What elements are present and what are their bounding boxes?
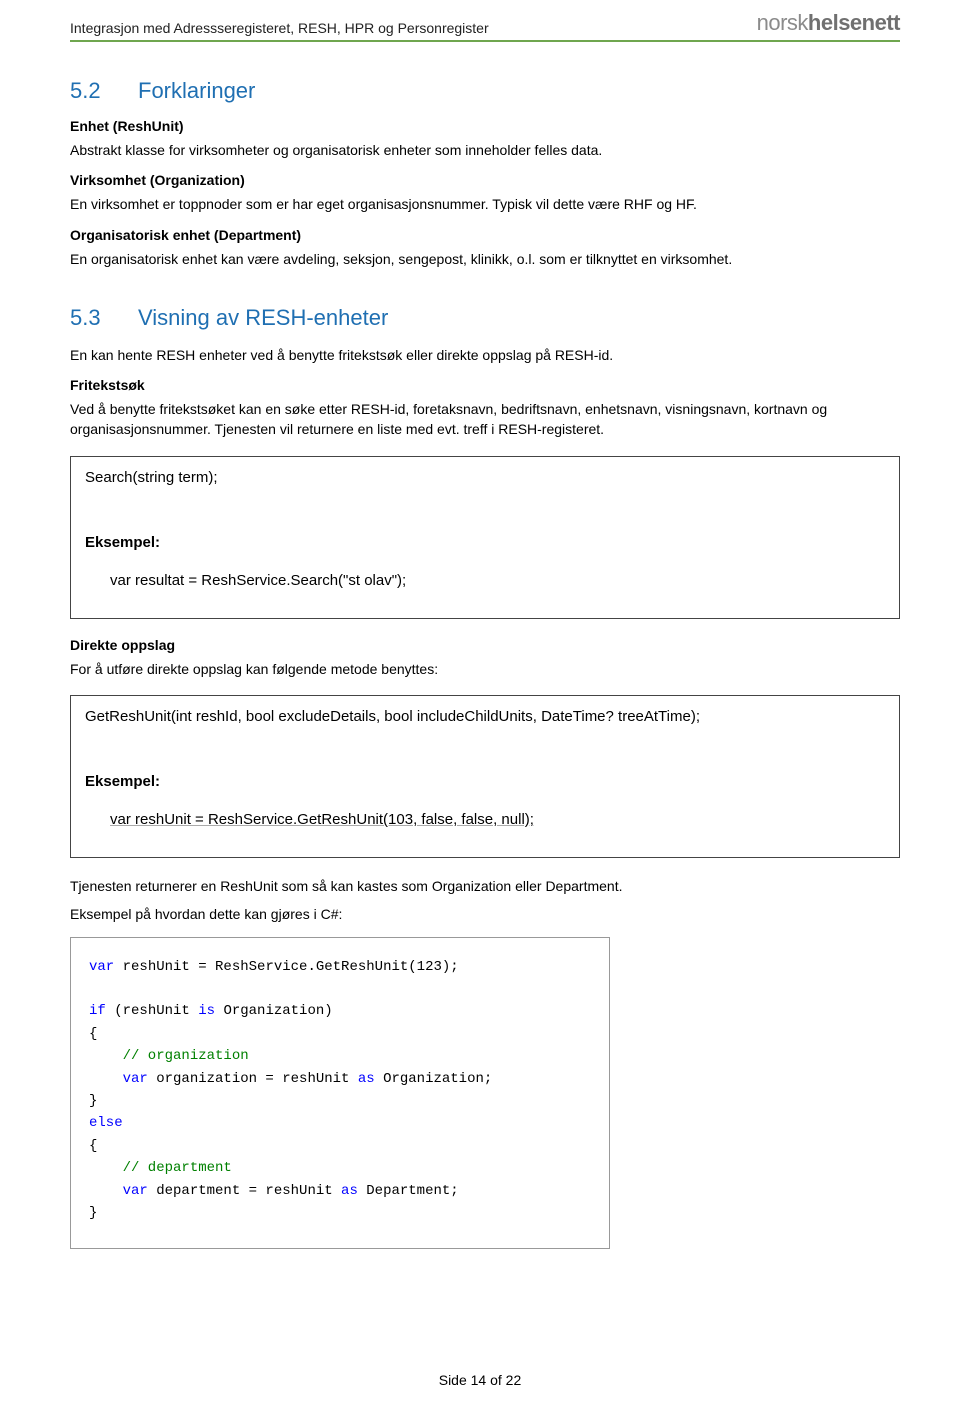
code: Organization) bbox=[215, 1003, 333, 1019]
code-signature: Search(string term); bbox=[85, 469, 885, 486]
kw: as bbox=[341, 1183, 358, 1199]
page-number: Side 14 of 22 bbox=[439, 1372, 522, 1388]
comment: // organization bbox=[89, 1048, 249, 1064]
section-5-3-heading: 5.3Visning av RESH-enheter bbox=[70, 305, 900, 331]
fritekst-desc: Ved å benytte fritekstsøket kan en søke … bbox=[70, 399, 900, 440]
term-heading: Organisatorisk enhet (Department) bbox=[70, 227, 900, 243]
section-title: Forklaringer bbox=[138, 78, 255, 103]
term-heading: Virksomhet (Organization) bbox=[70, 172, 900, 188]
term-desc: En organisatorisk enhet kan være avdelin… bbox=[70, 249, 900, 269]
logo: norskhelsenett bbox=[757, 10, 900, 36]
code-box-search: Search(string term); Eksempel: var resul… bbox=[70, 456, 900, 619]
kw: var bbox=[89, 959, 114, 975]
code-signature: GetReshUnit(int reshId, bool excludeDeta… bbox=[85, 708, 885, 725]
example-code: var resultat = ReshService.Search("st ol… bbox=[110, 572, 406, 589]
after-box-text: Eksempel på hvordan dette kan gjøres i C… bbox=[70, 904, 900, 924]
kw: is bbox=[198, 1003, 215, 1019]
section-number: 5.2 bbox=[70, 78, 138, 104]
section-title: Visning av RESH-enheter bbox=[138, 305, 388, 330]
code: } bbox=[89, 1093, 97, 1109]
code: Organization; bbox=[375, 1071, 493, 1087]
header-title: Integrasjon med Adressseregisteret, RESH… bbox=[70, 20, 489, 36]
example-label: Eksempel: bbox=[85, 773, 885, 790]
kw: if bbox=[89, 1003, 106, 1019]
code: Department; bbox=[358, 1183, 459, 1199]
comment: // department bbox=[89, 1160, 232, 1176]
logo-light: norsk bbox=[757, 10, 808, 35]
kw: else bbox=[89, 1115, 123, 1131]
fritekst-heading: Fritekstsøk bbox=[70, 377, 900, 393]
kw: var bbox=[89, 1183, 148, 1199]
csharp-code-box: var reshUnit = ReshService.GetReshUnit(1… bbox=[70, 937, 610, 1250]
direkte-desc: For å utføre direkte oppslag kan følgend… bbox=[70, 659, 900, 679]
logo-bold: helsenett bbox=[808, 10, 900, 35]
code: (reshUnit bbox=[106, 1003, 198, 1019]
kw: var bbox=[89, 1071, 148, 1087]
page-footer: Side 14 of 22 bbox=[0, 1372, 960, 1388]
code-example: Eksempel: var resultat = ReshService.Sea… bbox=[85, 500, 885, 606]
code: { bbox=[89, 1138, 97, 1154]
code-example: Eksempel: var reshUnit = ReshService.Get… bbox=[85, 739, 885, 845]
code: department = reshUnit bbox=[148, 1183, 341, 1199]
page: Integrasjon med Adressseregisteret, RESH… bbox=[0, 0, 960, 1416]
direkte-heading: Direkte oppslag bbox=[70, 637, 900, 653]
code: } bbox=[89, 1205, 97, 1221]
example-label: Eksempel: bbox=[85, 534, 885, 551]
page-header: Integrasjon med Adressseregisteret, RESH… bbox=[70, 0, 900, 42]
section-number: 5.3 bbox=[70, 305, 138, 331]
code-box-getreshunit: GetReshUnit(int reshId, bool excludeDeta… bbox=[70, 695, 900, 858]
code: reshUnit = ReshService.GetReshUnit(123); bbox=[114, 959, 458, 975]
term-desc: Abstrakt klasse for virksomheter og orga… bbox=[70, 140, 900, 160]
term-heading: Enhet (ReshUnit) bbox=[70, 118, 900, 134]
code: organization = reshUnit bbox=[148, 1071, 358, 1087]
code: { bbox=[89, 1026, 97, 1042]
example-code: var reshUnit = ReshService.GetReshUnit(1… bbox=[110, 811, 534, 828]
after-box-text: Tjenesten returnerer en ReshUnit som så … bbox=[70, 876, 900, 896]
term-desc: En virksomhet er toppnoder som er har eg… bbox=[70, 194, 900, 214]
section-intro: En kan hente RESH enheter ved å benytte … bbox=[70, 345, 900, 365]
kw: as bbox=[358, 1071, 375, 1087]
section-5-2-heading: 5.2Forklaringer bbox=[70, 78, 900, 104]
